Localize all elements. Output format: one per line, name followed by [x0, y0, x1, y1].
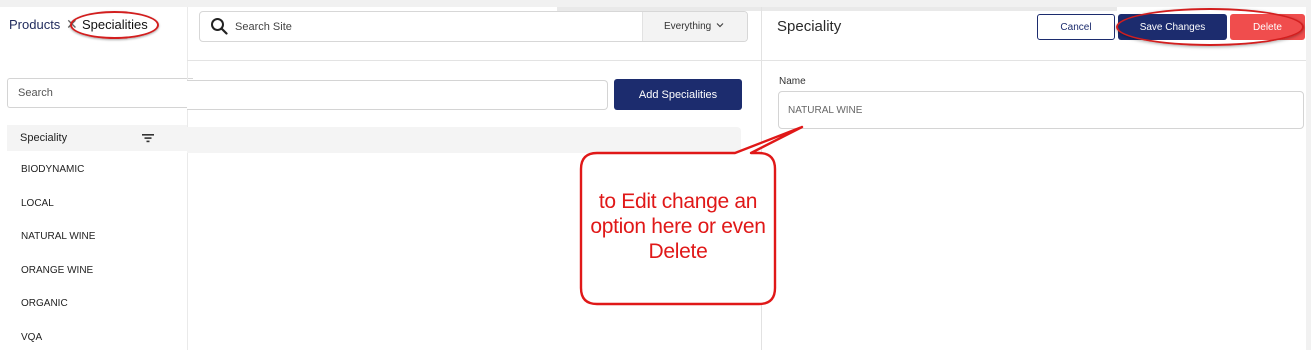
list-item-natural-wine[interactable]: NATURAL WINE — [21, 231, 95, 242]
list-item-biodynamic[interactable]: BIODYNAMIC — [21, 164, 84, 175]
main-panel-border — [187, 7, 188, 350]
column-header-label: Speciality — [20, 132, 68, 144]
search-scope-label: Everything — [664, 21, 712, 32]
site-search-input[interactable] — [235, 12, 635, 41]
list-item-organic[interactable]: ORGANIC — [21, 298, 68, 309]
detail-panel-divider — [762, 60, 1311, 61]
list-item-vqa[interactable]: VQA — [21, 332, 42, 343]
main-panel-divider — [187, 60, 762, 61]
search-icon — [211, 18, 228, 35]
annotation-callout-text: to Edit change an option here or even De… — [590, 190, 766, 263]
annotation-oval-breadcrumb — [70, 11, 159, 39]
sidebar-search-box — [7, 78, 193, 108]
add-specialities-button[interactable]: Add Specialities — [614, 79, 742, 110]
speciality-filter-input[interactable] — [187, 80, 608, 110]
list-item-orange-wine[interactable]: ORANGE WINE — [21, 265, 93, 276]
filter-icon[interactable] — [142, 133, 154, 143]
name-field-label: Name — [779, 76, 806, 87]
list-item-local[interactable]: LOCAL — [21, 198, 54, 209]
scrollbar[interactable] — [1306, 7, 1311, 350]
top-strip — [0, 0, 1311, 7]
chevron-down-icon — [716, 23, 724, 28]
name-field[interactable] — [778, 91, 1304, 129]
page-title: Speciality — [777, 18, 842, 35]
breadcrumb-products-link[interactable]: Products — [9, 17, 60, 32]
cancel-button[interactable]: Cancel — [1037, 14, 1115, 40]
annotation-oval-buttons — [1116, 8, 1304, 46]
sidebar-search-input[interactable] — [8, 79, 193, 107]
